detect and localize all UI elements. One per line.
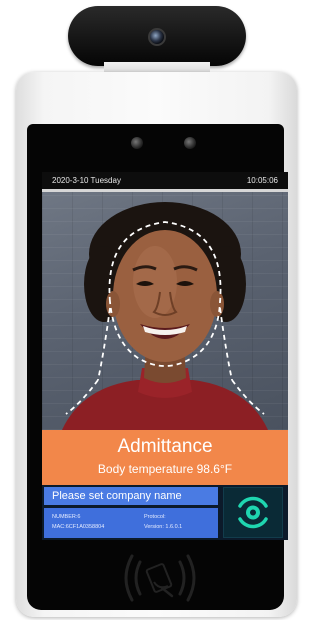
- camera-feed: [42, 192, 288, 430]
- info-area: Please set company name NUMBER:6 MAC:6CF…: [42, 485, 288, 540]
- person-photo: [62, 202, 268, 430]
- display-screen: 2020-3-10 Tuesday 10:05:06 Admittance Bo…: [42, 172, 288, 540]
- status-time: 10:05:06: [246, 176, 278, 185]
- device-info-panel: NUMBER:6 MAC:6CF1A0358804 Protocol: Vers…: [44, 508, 218, 538]
- status-date: 2020-3-10 Tuesday: [52, 176, 121, 185]
- ir-sensor-left: [131, 137, 143, 149]
- company-name-field[interactable]: Please set company name: [44, 487, 218, 505]
- body-temperature: Body temperature 98.6°F: [97, 462, 233, 476]
- camera-module: [68, 6, 246, 66]
- ir-sensor-right: [184, 137, 196, 149]
- camera-lens-icon: [148, 28, 166, 46]
- nfc-card-icon: [124, 554, 196, 602]
- device-number: NUMBER:6: [52, 514, 81, 520]
- admittance-title: Admittance: [117, 436, 213, 457]
- face-recognition-button[interactable]: [223, 487, 283, 538]
- device-mac: MAC:6CF1A0358804: [52, 524, 105, 530]
- device-version: Version: 1.6.0.1: [144, 524, 183, 530]
- nfc-reader[interactable]: [110, 550, 210, 606]
- face-recognition-icon: [238, 496, 268, 529]
- admittance-banner: Admittance Body temperature 98.6°F: [42, 430, 288, 485]
- status-bar: 2020-3-10 Tuesday 10:05:06: [42, 172, 288, 189]
- device-protocol: Protocol:: [144, 514, 166, 520]
